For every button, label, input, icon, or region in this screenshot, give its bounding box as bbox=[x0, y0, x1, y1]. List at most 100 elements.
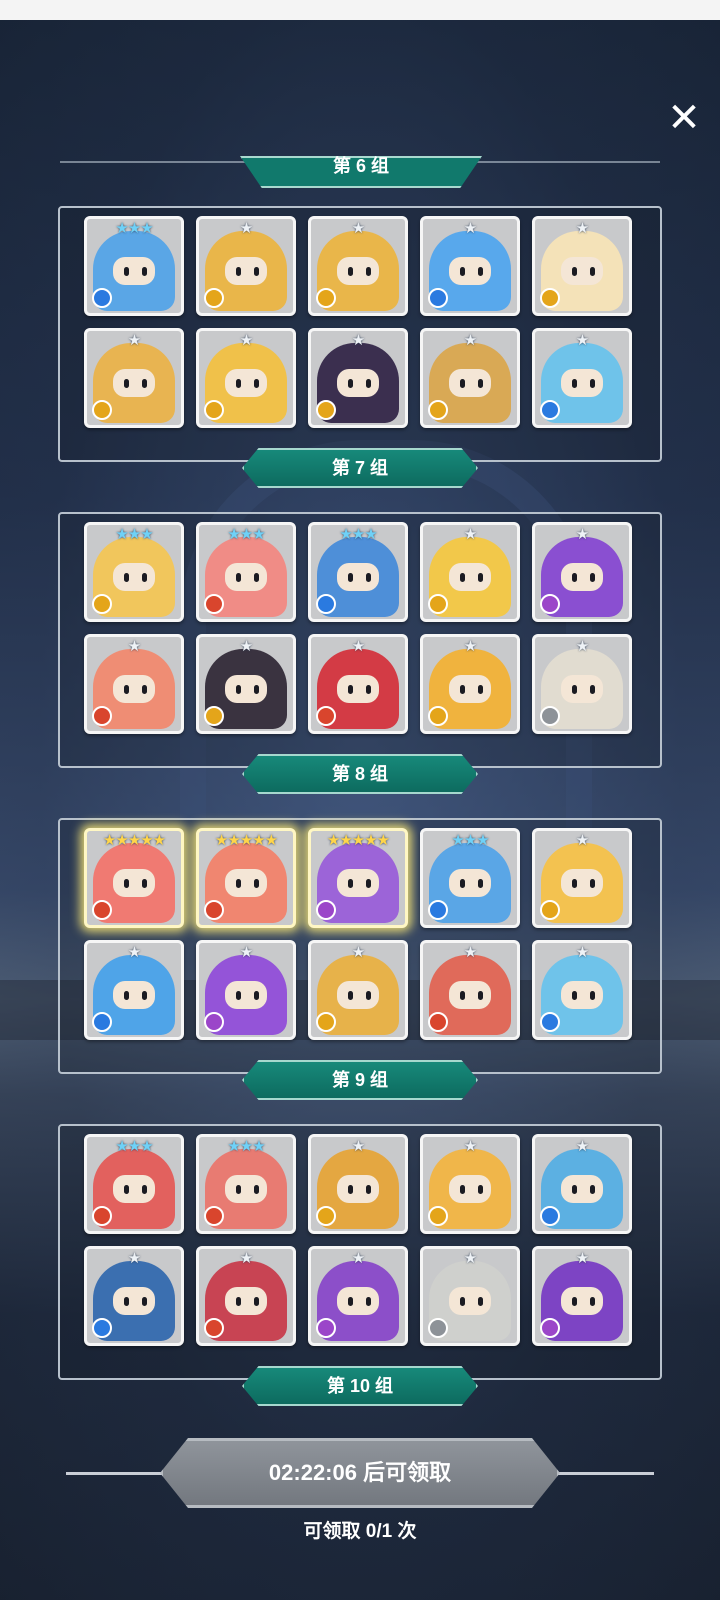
earth-element-icon bbox=[316, 288, 336, 308]
star-rating: ★ bbox=[127, 638, 141, 655]
hero-card[interactable]: ★ bbox=[308, 1246, 408, 1346]
hero-card[interactable]: ★ bbox=[420, 1134, 520, 1234]
dark-element-icon bbox=[316, 900, 336, 920]
hero-card[interactable]: ★ bbox=[196, 1246, 296, 1346]
claim-count-text: 可领取 0/1 次 bbox=[303, 1521, 417, 1542]
hero-eye bbox=[572, 879, 577, 888]
hero-face bbox=[225, 1175, 267, 1203]
hero-card[interactable]: ★ bbox=[532, 828, 632, 928]
hero-face bbox=[449, 1287, 491, 1315]
hero-card[interactable]: ★ bbox=[532, 216, 632, 316]
hero-face bbox=[337, 369, 379, 397]
hero-face bbox=[449, 869, 491, 897]
hero-card[interactable]: ★★★★★ bbox=[84, 828, 184, 928]
hero-eye bbox=[590, 1297, 595, 1306]
hero-card[interactable]: ★ bbox=[532, 634, 632, 734]
close-icon[interactable]: ✕ bbox=[662, 96, 706, 140]
hero-eye bbox=[590, 879, 595, 888]
hero-card[interactable]: ★ bbox=[196, 328, 296, 428]
hero-eye bbox=[142, 879, 147, 888]
hero-face bbox=[449, 563, 491, 591]
hero-card[interactable]: ★ bbox=[84, 1246, 184, 1346]
hero-card[interactable]: ★ bbox=[420, 1246, 520, 1346]
hero-card[interactable]: ★ bbox=[532, 522, 632, 622]
hero-eye bbox=[348, 991, 353, 1000]
water-element-icon bbox=[92, 1012, 112, 1032]
hero-card[interactable]: ★ bbox=[308, 328, 408, 428]
hero-card[interactable]: ★ bbox=[532, 1246, 632, 1346]
hero-card[interactable]: ★★★ bbox=[84, 1134, 184, 1234]
hero-face bbox=[561, 1287, 603, 1315]
star-rating: ★ bbox=[351, 638, 365, 655]
water-element-icon bbox=[92, 288, 112, 308]
hero-face bbox=[561, 869, 603, 897]
hero-eye bbox=[142, 379, 147, 388]
hero-row: ★ ★ ★ ★ ★ bbox=[84, 940, 644, 1040]
hero-card[interactable]: ★ bbox=[196, 634, 296, 734]
star-rating: ★★★ bbox=[115, 526, 153, 543]
group-banner-7: 第 7 组 bbox=[242, 448, 478, 488]
hero-card[interactable]: ★ bbox=[420, 216, 520, 316]
hero-card[interactable]: ★ bbox=[420, 940, 520, 1040]
star-rating: ★ bbox=[575, 220, 589, 237]
hero-eye bbox=[348, 379, 353, 388]
hero-eye bbox=[124, 573, 129, 582]
hero-eye bbox=[142, 1297, 147, 1306]
star-rating: ★ bbox=[239, 944, 253, 961]
hero-card[interactable]: ★★★ bbox=[196, 522, 296, 622]
fire-element-icon bbox=[428, 1012, 448, 1032]
hero-face bbox=[225, 369, 267, 397]
hero-face bbox=[225, 1287, 267, 1315]
hero-card[interactable]: ★ bbox=[84, 634, 184, 734]
group-banner-9: 第 9 组 bbox=[242, 1060, 478, 1100]
hero-card[interactable]: ★ bbox=[196, 216, 296, 316]
hero-face bbox=[449, 1175, 491, 1203]
claim-timer-button[interactable]: 02:22:06 后可领取 bbox=[160, 1438, 560, 1508]
hero-card[interactable]: ★★★ bbox=[420, 828, 520, 928]
hero-face bbox=[337, 675, 379, 703]
hero-card[interactable]: ★ bbox=[308, 216, 408, 316]
hero-grid: ★★★ ★★★ ★★★ ★ ★ ★ ★ ★ ★ ★ bbox=[84, 522, 644, 746]
hero-card[interactable]: ★★★ bbox=[84, 216, 184, 316]
hero-eye bbox=[124, 879, 129, 888]
hero-card[interactable]: ★★★ bbox=[308, 522, 408, 622]
earth-element-icon bbox=[428, 1206, 448, 1226]
hero-card[interactable]: ★ bbox=[532, 328, 632, 428]
hero-face bbox=[561, 257, 603, 285]
earth-element-icon bbox=[540, 288, 560, 308]
hero-face bbox=[561, 563, 603, 591]
hero-eye bbox=[236, 573, 241, 582]
hero-card[interactable]: ★★★★★ bbox=[196, 828, 296, 928]
hero-card[interactable]: ★ bbox=[532, 940, 632, 1040]
dark-element-icon bbox=[540, 1318, 560, 1338]
hero-card[interactable]: ★ bbox=[308, 634, 408, 734]
hero-card[interactable]: ★ bbox=[420, 634, 520, 734]
hero-face bbox=[337, 257, 379, 285]
hero-card[interactable]: ★ bbox=[420, 328, 520, 428]
star-rating: ★ bbox=[463, 220, 477, 237]
hero-card[interactable]: ★ bbox=[84, 940, 184, 1040]
hero-grid: ★★★★★ ★★★★★ ★★★★★ ★★★ ★ ★ ★ ★ ★ ★ bbox=[84, 828, 644, 1052]
hero-card[interactable]: ★ bbox=[532, 1134, 632, 1234]
hero-card[interactable]: ★ bbox=[420, 522, 520, 622]
star-rating: ★ bbox=[239, 220, 253, 237]
hero-card[interactable]: ★ bbox=[84, 328, 184, 428]
hero-eye bbox=[572, 991, 577, 1000]
hero-eye bbox=[348, 267, 353, 276]
hero-eye bbox=[478, 879, 483, 888]
fire-element-icon bbox=[204, 1206, 224, 1226]
hero-card[interactable]: ★★★★★ bbox=[308, 828, 408, 928]
earth-element-icon bbox=[316, 400, 336, 420]
star-rating: ★ bbox=[239, 1250, 253, 1267]
hero-card[interactable]: ★ bbox=[196, 940, 296, 1040]
star-rating: ★ bbox=[351, 332, 365, 349]
hero-card[interactable]: ★★★ bbox=[196, 1134, 296, 1234]
hero-eye bbox=[236, 685, 241, 694]
hero-face bbox=[225, 675, 267, 703]
hero-eye bbox=[572, 379, 577, 388]
hero-face bbox=[337, 563, 379, 591]
star-rating: ★ bbox=[351, 1138, 365, 1155]
hero-card[interactable]: ★ bbox=[308, 940, 408, 1040]
hero-card[interactable]: ★★★ bbox=[84, 522, 184, 622]
hero-card[interactable]: ★ bbox=[308, 1134, 408, 1234]
